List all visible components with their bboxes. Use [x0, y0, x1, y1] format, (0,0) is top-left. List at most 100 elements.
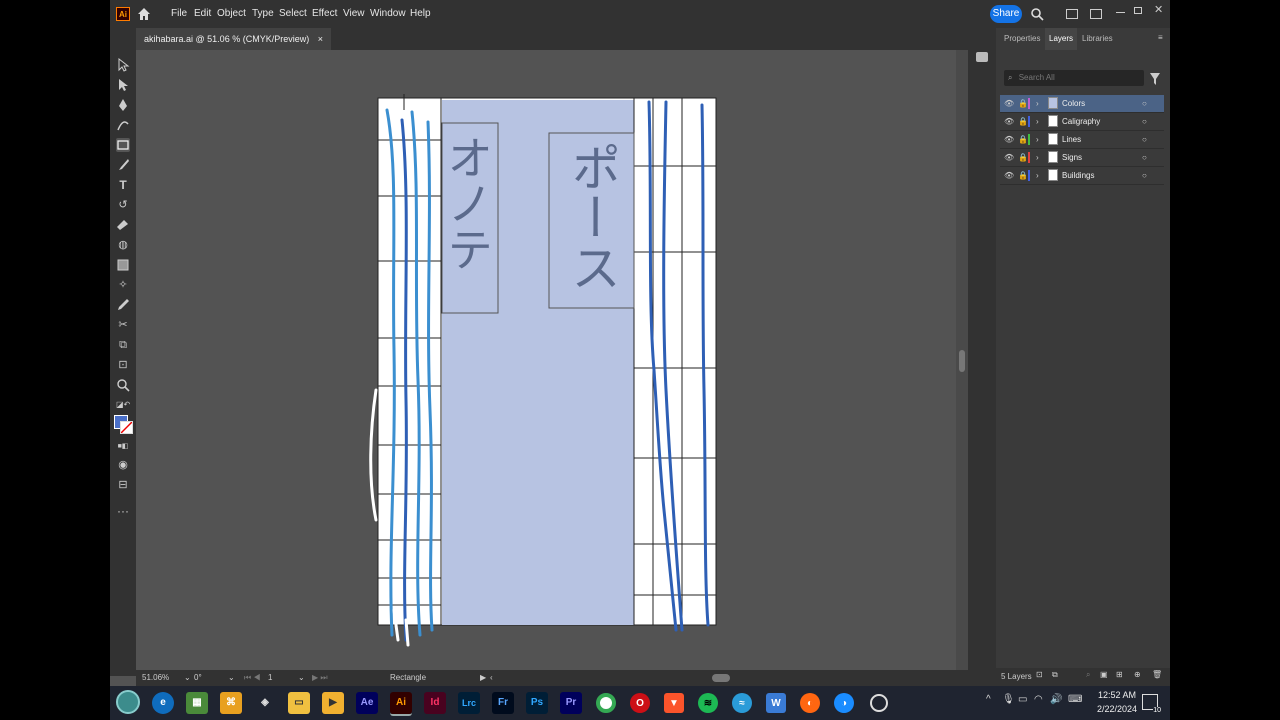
- taskbar-app-ae[interactable]: Ae: [356, 692, 378, 714]
- locate-object-icon[interactable]: ⧉: [1052, 670, 1058, 680]
- search-layers-icon[interactable]: ⌕: [1086, 670, 1090, 680]
- status-menu-icon[interactable]: ▶: [480, 670, 486, 686]
- close-icon[interactable]: ✕: [1154, 4, 1164, 16]
- target-circle-icon[interactable]: ○: [1142, 167, 1147, 184]
- firefox-developer-icon[interactable]: ◑: [834, 693, 854, 713]
- visibility-eye-icon[interactable]: 👁: [1004, 113, 1014, 130]
- blend-tool-icon[interactable]: ✧: [116, 278, 130, 292]
- vertical-scrollbar[interactable]: [956, 50, 968, 670]
- eyedropper-tool-icon[interactable]: [116, 298, 130, 312]
- visibility-eye-icon[interactable]: 👁: [1004, 131, 1014, 148]
- minimize-icon[interactable]: [1116, 12, 1125, 13]
- selection-tool-icon[interactable]: [116, 57, 130, 72]
- microphone-icon[interactable]: 🎙: [1002, 694, 1015, 705]
- layer-row-caligraphy[interactable]: 👁 🔒 › Caligraphy ○: [1000, 113, 1164, 131]
- visibility-eye-icon[interactable]: 👁: [1004, 149, 1014, 166]
- scroll-thumb[interactable]: [959, 350, 965, 372]
- clock[interactable]: 12:52 AM 2/22/2024: [1092, 688, 1142, 716]
- artboard-number[interactable]: 1: [268, 670, 272, 686]
- menu-effect[interactable]: Effect: [312, 0, 337, 28]
- volume-icon[interactable]: 🔊: [1050, 694, 1062, 705]
- gradient-tool-icon[interactable]: [116, 258, 130, 272]
- layer-name[interactable]: Caligraphy: [1062, 113, 1100, 130]
- notepad-plus-icon[interactable]: ▦: [186, 692, 208, 714]
- swap-colors-icon[interactable]: ◪↶: [116, 398, 130, 412]
- menu-select[interactable]: Select: [279, 0, 307, 28]
- rectangle-tool-icon[interactable]: [116, 138, 130, 152]
- layer-name[interactable]: Colors: [1062, 95, 1085, 112]
- media-player-icon[interactable]: ▶: [322, 692, 344, 714]
- layer-row-buildings[interactable]: 👁 🔒 › Buildings ○: [1000, 167, 1164, 185]
- menu-window[interactable]: Window: [370, 0, 406, 28]
- visibility-eye-icon[interactable]: 👁: [1004, 95, 1014, 112]
- target-circle-icon[interactable]: ○: [1142, 95, 1147, 112]
- network-app-icon[interactable]: ⌘: [220, 692, 242, 714]
- collect-for-export-icon[interactable]: ⊡: [1036, 670, 1043, 679]
- shape-builder-tool-icon[interactable]: ◍: [116, 238, 130, 252]
- brave-icon[interactable]: ▼: [664, 693, 684, 713]
- type-tool-icon[interactable]: T: [116, 178, 130, 192]
- target-circle-icon[interactable]: ○: [1142, 131, 1147, 148]
- target-circle-icon[interactable]: ○: [1142, 149, 1147, 166]
- tab-libraries[interactable]: Libraries: [1082, 28, 1113, 50]
- document-tab[interactable]: akihabara.ai @ 51.06 % (CMYK/Preview) ×: [136, 28, 331, 50]
- stroke-color-swatch[interactable]: [120, 421, 133, 434]
- expand-chevron-icon[interactable]: ›: [1036, 131, 1039, 148]
- artboard-dropdown-icon[interactable]: ⌄: [298, 670, 305, 686]
- lock-icon[interactable]: 🔒: [1018, 113, 1028, 130]
- symbol-sprayer-tool-icon[interactable]: ⧉: [116, 338, 130, 352]
- curvature-tool-icon[interactable]: [116, 118, 130, 132]
- pen-tool-icon[interactable]: [116, 98, 130, 112]
- layer-name[interactable]: Buildings: [1062, 167, 1094, 184]
- artboard-tool-icon[interactable]: ⊡: [116, 358, 130, 372]
- lock-icon[interactable]: 🔒: [1018, 167, 1028, 184]
- opera-icon[interactable]: O: [630, 693, 650, 713]
- layer-name[interactable]: Signs: [1062, 149, 1082, 166]
- show-hidden-icons-icon[interactable]: ^: [986, 694, 991, 705]
- expand-chevron-icon[interactable]: ›: [1036, 113, 1039, 130]
- expand-chevron-icon[interactable]: ›: [1036, 167, 1039, 184]
- taskbar-app-lrc[interactable]: Lrc: [458, 692, 480, 714]
- taskbar-app-ps[interactable]: Ps: [526, 692, 548, 714]
- taskbar-app-id[interactable]: Id: [424, 692, 446, 714]
- battery-icon[interactable]: ▭: [1018, 694, 1027, 705]
- direct-selection-tool-icon[interactable]: [116, 78, 130, 92]
- last-artboard-icon[interactable]: ▶ ⏭: [312, 670, 328, 686]
- tab-layers[interactable]: Layers: [1045, 28, 1078, 50]
- arrange-documents-icon[interactable]: [1066, 9, 1078, 19]
- comments-icon[interactable]: [976, 52, 988, 62]
- taskbar-app-fr[interactable]: Fr: [492, 692, 514, 714]
- canvas-area[interactable]: オノテ ポース: [136, 50, 968, 670]
- menu-type[interactable]: Type: [252, 0, 274, 28]
- scroll-left-icon[interactable]: ‹: [490, 670, 493, 686]
- expand-chevron-icon[interactable]: ›: [1036, 149, 1039, 166]
- filter-icon[interactable]: [1150, 72, 1160, 90]
- share-button[interactable]: Share: [990, 5, 1022, 23]
- menu-file[interactable]: File: [171, 0, 187, 28]
- search-icon[interactable]: [1030, 7, 1044, 21]
- wifi-icon[interactable]: ◠: [1034, 694, 1043, 705]
- menu-object[interactable]: Object: [217, 0, 246, 28]
- menu-view[interactable]: View: [343, 0, 365, 28]
- horizontal-scroll-thumb[interactable]: [712, 674, 730, 682]
- expand-chevron-icon[interactable]: ›: [1036, 95, 1039, 112]
- lock-icon[interactable]: 🔒: [1018, 95, 1028, 112]
- make-clipping-mask-icon[interactable]: ▣: [1100, 670, 1108, 679]
- home-icon[interactable]: [137, 7, 151, 21]
- eraser-tool-icon[interactable]: [116, 218, 130, 232]
- taskbar-app-pr[interactable]: Pr: [560, 692, 582, 714]
- 3d-viewer-icon[interactable]: ◈: [254, 692, 276, 714]
- layer-name[interactable]: Lines: [1062, 131, 1081, 148]
- new-sublayer-icon[interactable]: ⊞: [1116, 670, 1123, 679]
- start-orb-icon[interactable]: [116, 690, 140, 714]
- weather-app-icon[interactable]: ≈: [732, 693, 752, 713]
- new-layer-icon[interactable]: ⊕: [1134, 670, 1141, 679]
- notification-center-icon[interactable]: 10: [1142, 694, 1161, 714]
- screen-recorder-icon[interactable]: [870, 694, 888, 712]
- edge-browser-icon[interactable]: e: [152, 692, 174, 714]
- layer-row-signs[interactable]: 👁 🔒 › Signs ○: [1000, 149, 1164, 167]
- paintbrush-tool-icon[interactable]: [116, 158, 130, 172]
- workspace-switcher-icon[interactable]: [1090, 9, 1102, 19]
- lock-icon[interactable]: 🔒: [1018, 149, 1028, 166]
- menu-help[interactable]: Help: [410, 0, 431, 28]
